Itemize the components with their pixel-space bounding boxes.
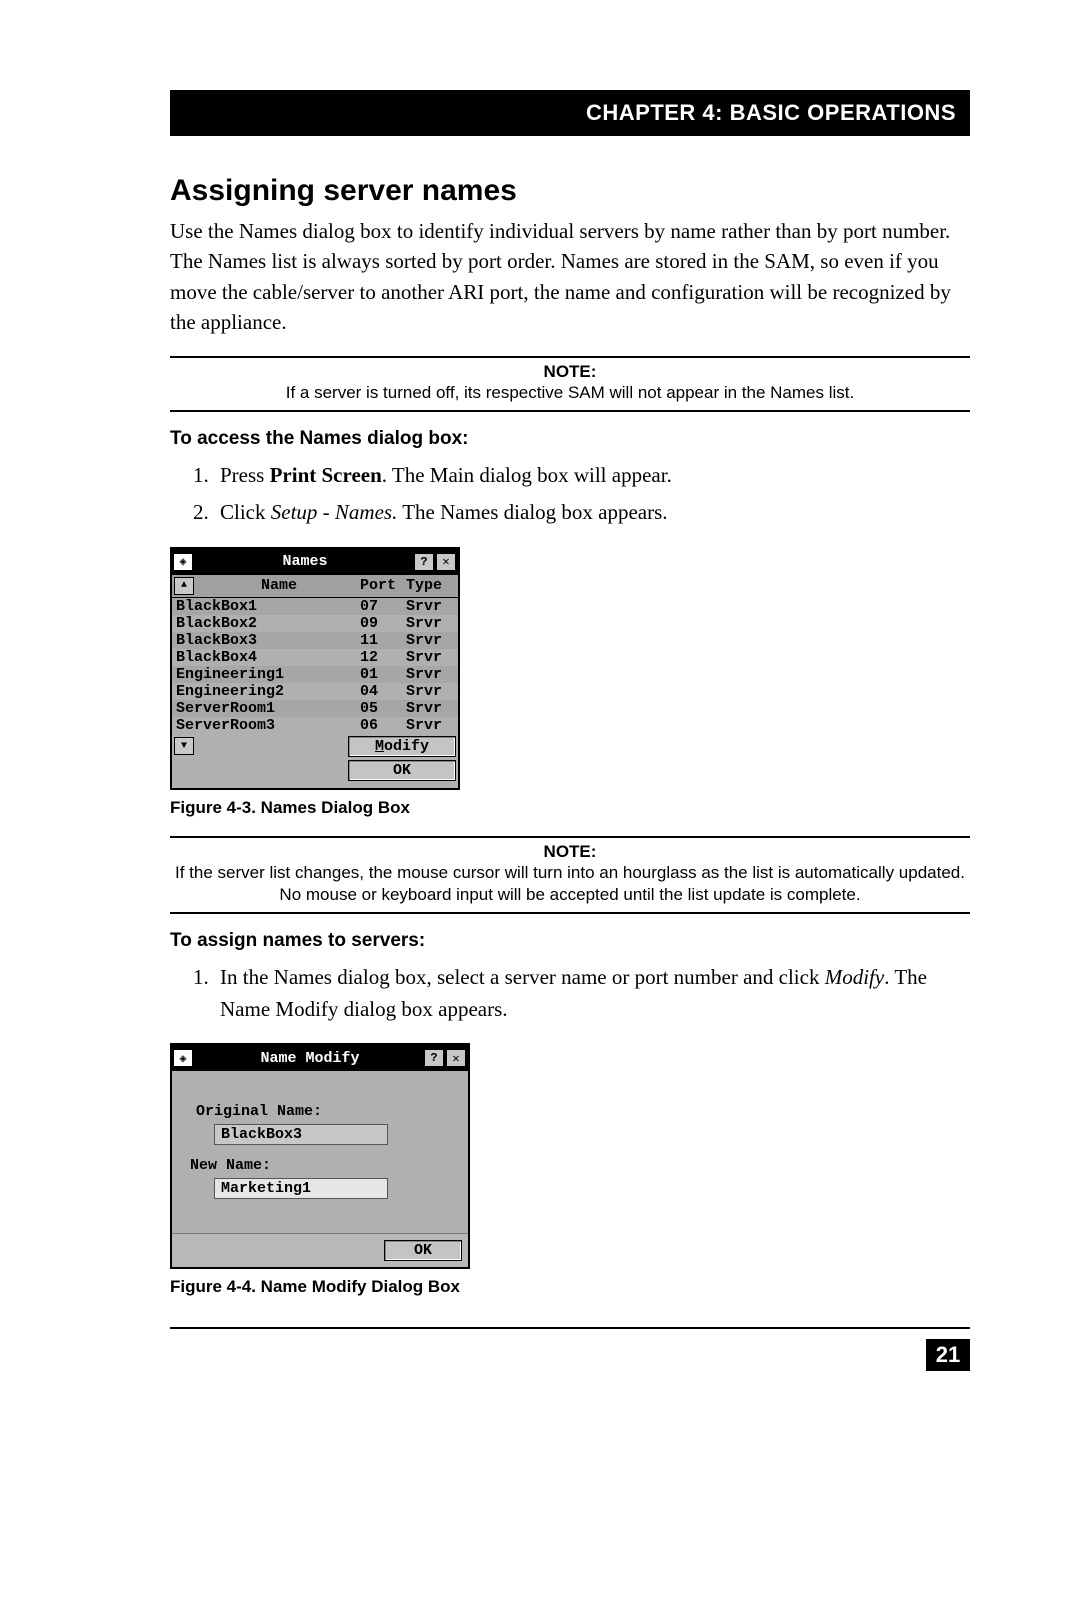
cell-name: ServerRoom3 — [174, 717, 360, 734]
access-steps: Press Print Screen. The Main dialog box … — [170, 460, 970, 529]
note-box-1: NOTE: If a server is turned off, its res… — [170, 356, 970, 412]
cell-name: BlackBox4 — [174, 649, 360, 666]
sort-up-icon[interactable]: ▲ — [174, 577, 194, 595]
section-title: Assigning server names — [170, 174, 970, 208]
cell-port: 09 — [360, 615, 406, 632]
table-row[interactable]: ServerRoom1 05 Srvr — [172, 700, 458, 717]
table-row[interactable]: ServerRoom3 06 Srvr — [172, 717, 458, 734]
cell-type: Srvr — [406, 700, 456, 717]
col-type-header[interactable]: Type — [406, 577, 456, 594]
col-name-header[interactable]: Name — [198, 577, 360, 594]
cell-name: Engineering1 — [174, 666, 360, 683]
chapter-header: CHAPTER 4: BASIC OPERATIONS — [170, 90, 970, 136]
cell-port: 05 — [360, 700, 406, 717]
cell-type: Srvr — [406, 717, 456, 734]
dialog-titlebar: ◈ Name Modify ? ✕ — [172, 1045, 468, 1071]
table-row[interactable]: Engineering1 01 Srvr — [172, 666, 458, 683]
step-1: Press Print Screen. The Main dialog box … — [214, 460, 970, 492]
help-icon[interactable]: ? — [424, 1049, 444, 1067]
dialog-title-text: Name Modify — [198, 1050, 422, 1067]
cell-type: Srvr — [406, 666, 456, 683]
cell-name: BlackBox3 — [174, 632, 360, 649]
close-icon[interactable]: ✕ — [436, 553, 456, 571]
help-icon[interactable]: ? — [414, 553, 434, 571]
dialog-titlebar: ◈ Names ? ✕ — [172, 549, 458, 575]
cell-name: Engineering2 — [174, 683, 360, 700]
app-logo-icon: ◈ — [174, 1050, 192, 1066]
step1-bold: Print Screen — [270, 463, 382, 487]
name-modify-dialog: ◈ Name Modify ? ✕ Original Name: BlackBo… — [170, 1043, 470, 1269]
note-text: If the server list changes, the mouse cu… — [175, 863, 965, 904]
cell-type: Srvr — [406, 683, 456, 700]
cell-port: 01 — [360, 666, 406, 683]
step2-suffix: The Names dialog box appears. — [397, 500, 667, 524]
cell-port: 11 — [360, 632, 406, 649]
ok-button[interactable]: OK — [348, 760, 456, 781]
table-row[interactable]: BlackBox4 12 Srvr — [172, 649, 458, 666]
note-label: NOTE: — [170, 362, 970, 382]
step1-suffix: . The Main dialog box will appear. — [382, 463, 672, 487]
cell-type: Srvr — [406, 615, 456, 632]
cell-name: ServerRoom1 — [174, 700, 360, 717]
step2-italic: Setup - Names. — [271, 500, 398, 524]
dialog-title-text: Names — [198, 553, 412, 570]
note-text: If a server is turned off, its respectiv… — [286, 383, 854, 402]
cell-name: BlackBox1 — [174, 598, 360, 615]
page-number: 21 — [926, 1339, 970, 1371]
assign-step-1: In the Names dialog box, select a server… — [214, 962, 970, 1025]
app-logo-icon: ◈ — [174, 554, 192, 570]
page-footer: 21 — [170, 1327, 970, 1371]
dialog-body: Original Name: BlackBox3 New Name: Marke… — [172, 1071, 468, 1233]
step-2: Click Setup - Names. The Names dialog bo… — [214, 497, 970, 529]
column-headers: ▲ Name Port Type — [172, 575, 458, 598]
assign-step-prefix: In the Names dialog box, select a server… — [220, 965, 825, 989]
close-icon[interactable]: ✕ — [446, 1049, 466, 1067]
assign-steps: In the Names dialog box, select a server… — [170, 962, 970, 1025]
cell-port: 07 — [360, 598, 406, 615]
sort-down-icon[interactable]: ▼ — [174, 737, 194, 755]
assign-step-italic: Modify — [825, 965, 884, 989]
table-row[interactable]: BlackBox1 07 Srvr — [172, 598, 458, 615]
ok-button[interactable]: OK — [384, 1240, 462, 1261]
cell-port: 06 — [360, 717, 406, 734]
assign-names-subhead: To assign names to servers: — [170, 930, 970, 952]
cell-type: Srvr — [406, 598, 456, 615]
cell-type: Srvr — [406, 632, 456, 649]
table-row[interactable]: Engineering2 04 Srvr — [172, 683, 458, 700]
new-name-input[interactable]: Marketing1 — [214, 1178, 388, 1199]
original-name-label: Original Name: — [196, 1103, 450, 1120]
table-row[interactable]: BlackBox3 11 Srvr — [172, 632, 458, 649]
modify-button[interactable]: Modify — [348, 736, 456, 757]
note-box-2: NOTE: If the server list changes, the mo… — [170, 836, 970, 914]
step2-prefix: Click — [220, 500, 271, 524]
intro-paragraph: Use the Names dialog box to identify ind… — [170, 216, 970, 338]
cell-port: 12 — [360, 649, 406, 666]
figure-2-caption: Figure 4-4. Name Modify Dialog Box — [170, 1277, 970, 1297]
note-label: NOTE: — [170, 842, 970, 862]
original-name-field: BlackBox3 — [214, 1124, 388, 1145]
dialog-footer: ▼ Modify OK — [172, 734, 458, 788]
names-list: BlackBox1 07 Srvr BlackBox2 09 Srvr Blac… — [172, 598, 458, 734]
names-dialog: ◈ Names ? ✕ ▲ Name Port Type BlackBox1 0… — [170, 547, 460, 790]
dialog-footer: OK — [172, 1233, 468, 1267]
step1-prefix: Press — [220, 463, 270, 487]
col-port-header[interactable]: Port — [360, 577, 406, 594]
cell-type: Srvr — [406, 649, 456, 666]
access-names-subhead: To access the Names dialog box: — [170, 428, 970, 450]
cell-name: BlackBox2 — [174, 615, 360, 632]
table-row[interactable]: BlackBox2 09 Srvr — [172, 615, 458, 632]
figure-1-caption: Figure 4-3. Names Dialog Box — [170, 798, 970, 818]
new-name-label: New Name: — [190, 1157, 450, 1174]
cell-port: 04 — [360, 683, 406, 700]
